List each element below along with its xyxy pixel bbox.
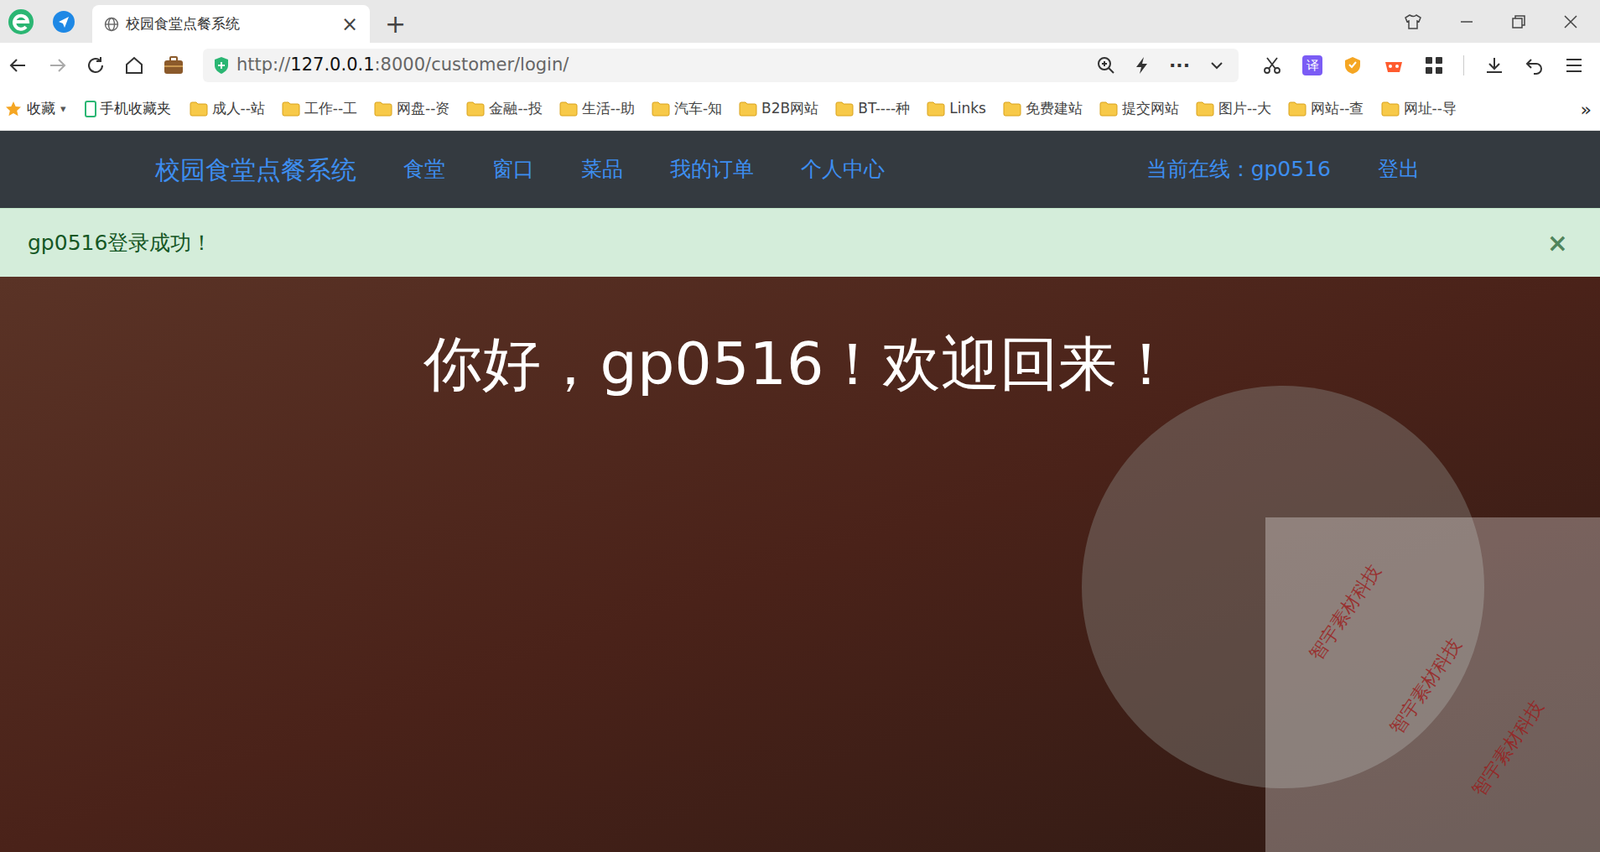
site-brand[interactable]: 校园食堂点餐系统 — [155, 150, 357, 189]
close-window-icon[interactable] — [1563, 14, 1579, 30]
bookmark-folder[interactable]: B2B网站 — [738, 98, 819, 120]
success-alert: gp0516登录成功！ × — [0, 207, 1600, 277]
scissors-icon[interactable] — [1262, 55, 1283, 76]
apps-grid-icon[interactable] — [1424, 56, 1444, 75]
url-text: http://127.0.0.1:8000/customer/login/ — [236, 51, 1091, 79]
bookmark-folder[interactable]: 汽车-知 — [651, 98, 723, 120]
folder-icon — [738, 101, 758, 117]
folder-icon — [1381, 101, 1400, 117]
nav-link[interactable]: 食堂 — [403, 153, 446, 186]
hero-banner: 你好，gp0516！欢迎回来！ 智宇素材科技智宇素材科技智宇素材科技 — [0, 276, 1600, 852]
tab-title: 校园食堂点餐系统 — [125, 13, 335, 36]
logout-link[interactable]: 登出 — [1377, 153, 1420, 186]
folder-icon — [281, 101, 301, 117]
send-icon[interactable] — [51, 10, 76, 34]
tab-close[interactable]: × — [341, 14, 359, 35]
alert-close[interactable]: × — [1547, 230, 1569, 256]
folder-icon — [1002, 101, 1022, 117]
game-icon[interactable] — [1382, 55, 1405, 76]
bookmark-folder[interactable]: 工作--工 — [281, 98, 358, 120]
mobile-bookmarks[interactable]: 手机收藏夹 — [84, 98, 172, 120]
bookmark-folder[interactable]: 提交网站 — [1099, 98, 1180, 120]
skin-icon[interactable] — [1403, 12, 1423, 32]
forward-icon[interactable] — [46, 55, 68, 76]
bookmark-folder[interactable]: 网站--查 — [1288, 98, 1364, 120]
translate-button[interactable]: 译 — [1302, 55, 1323, 76]
favorites-button[interactable]: 收藏 ▾ — [5, 98, 67, 120]
lightning-icon[interactable] — [1133, 56, 1151, 75]
bookmarks-bar: 收藏 ▾ 手机收藏夹 成人--站工作--工网盘--资金融--投生活--助汽车-知… — [0, 88, 1600, 131]
bookmark-folder[interactable]: BT----种 — [835, 98, 910, 120]
folder-icon — [374, 101, 393, 117]
bookmarks-overflow[interactable]: » — [1580, 95, 1592, 124]
phone-icon — [84, 100, 97, 118]
watermark-text: 智宇素材科技 — [1464, 694, 1550, 802]
briefcase-icon[interactable] — [162, 55, 185, 76]
folder-icon — [189, 101, 208, 117]
folder-icon — [835, 101, 854, 117]
watermark-text: 智宇素材科技 — [1302, 558, 1388, 666]
browser-logo-icon[interactable] — [6, 7, 36, 37]
address-bar[interactable]: http://127.0.0.1:8000/customer/login/ ··… — [202, 48, 1239, 83]
hero-greeting: 你好，gp0516！欢迎回来！ — [423, 320, 1176, 409]
zoom-icon[interactable] — [1096, 56, 1116, 75]
reload-icon[interactable] — [85, 55, 106, 76]
bookmark-folder[interactable]: 免费建站 — [1002, 98, 1083, 120]
undo-icon[interactable] — [1524, 55, 1545, 76]
folder-icon — [559, 101, 578, 117]
folder-icon — [1195, 101, 1215, 117]
online-user[interactable]: 当前在线：gp0516 — [1146, 153, 1331, 186]
bookmark-folder[interactable]: 成人--站 — [189, 98, 265, 120]
site-navbar: 校园食堂点餐系统 食堂 窗口 菜品 我的订单 个人中心 当前在线：gp0516 登出 — [0, 130, 1600, 208]
bookmark-folder[interactable]: Links — [926, 98, 987, 120]
address-row: http://127.0.0.1:8000/customer/login/ ··… — [0, 42, 1600, 89]
bookmark-folder[interactable]: 金融--投 — [466, 98, 542, 120]
minimize-icon[interactable] — [1459, 14, 1475, 30]
folder-icon — [466, 101, 485, 117]
watermark-text: 智宇素材科技 — [1382, 632, 1468, 740]
browser-tab[interactable]: 校园食堂点餐系统 × — [92, 5, 370, 43]
watermark: 智宇素材科技智宇素材科技智宇素材科技 — [1265, 517, 1600, 852]
globe-icon — [103, 16, 120, 32]
folder-icon — [651, 101, 671, 117]
nav-link[interactable]: 我的订单 — [670, 153, 754, 186]
more-button[interactable]: ··· — [1168, 56, 1190, 75]
back-icon[interactable] — [8, 55, 29, 76]
menu-icon[interactable] — [1564, 56, 1584, 75]
folder-icon — [1099, 101, 1118, 117]
nav-link[interactable]: 菜品 — [581, 153, 624, 186]
restore-icon[interactable] — [1511, 14, 1527, 30]
home-icon[interactable] — [124, 55, 145, 76]
bookmark-folder[interactable]: 网址--导 — [1381, 98, 1457, 120]
folder-icon — [1288, 101, 1307, 117]
bookmark-folder[interactable]: 生活--助 — [559, 98, 635, 120]
nav-link[interactable]: 窗口 — [492, 153, 535, 186]
alert-message: gp0516登录成功！ — [27, 227, 1548, 260]
secure-shield-icon — [212, 56, 230, 75]
star-icon — [5, 100, 22, 118]
folder-icon — [926, 101, 946, 117]
tab-strip: 校园食堂点餐系统 × + — [0, 0, 1600, 43]
bookmark-folder[interactable]: 网盘--资 — [374, 98, 450, 120]
shield-icon[interactable] — [1342, 55, 1363, 76]
new-tab-button[interactable]: + — [369, 5, 421, 43]
bookmark-folder[interactable]: 图片--大 — [1195, 98, 1272, 120]
chevron-down-icon[interactable] — [1208, 57, 1226, 74]
download-icon[interactable] — [1484, 55, 1505, 76]
nav-link[interactable]: 个人中心 — [800, 153, 885, 186]
